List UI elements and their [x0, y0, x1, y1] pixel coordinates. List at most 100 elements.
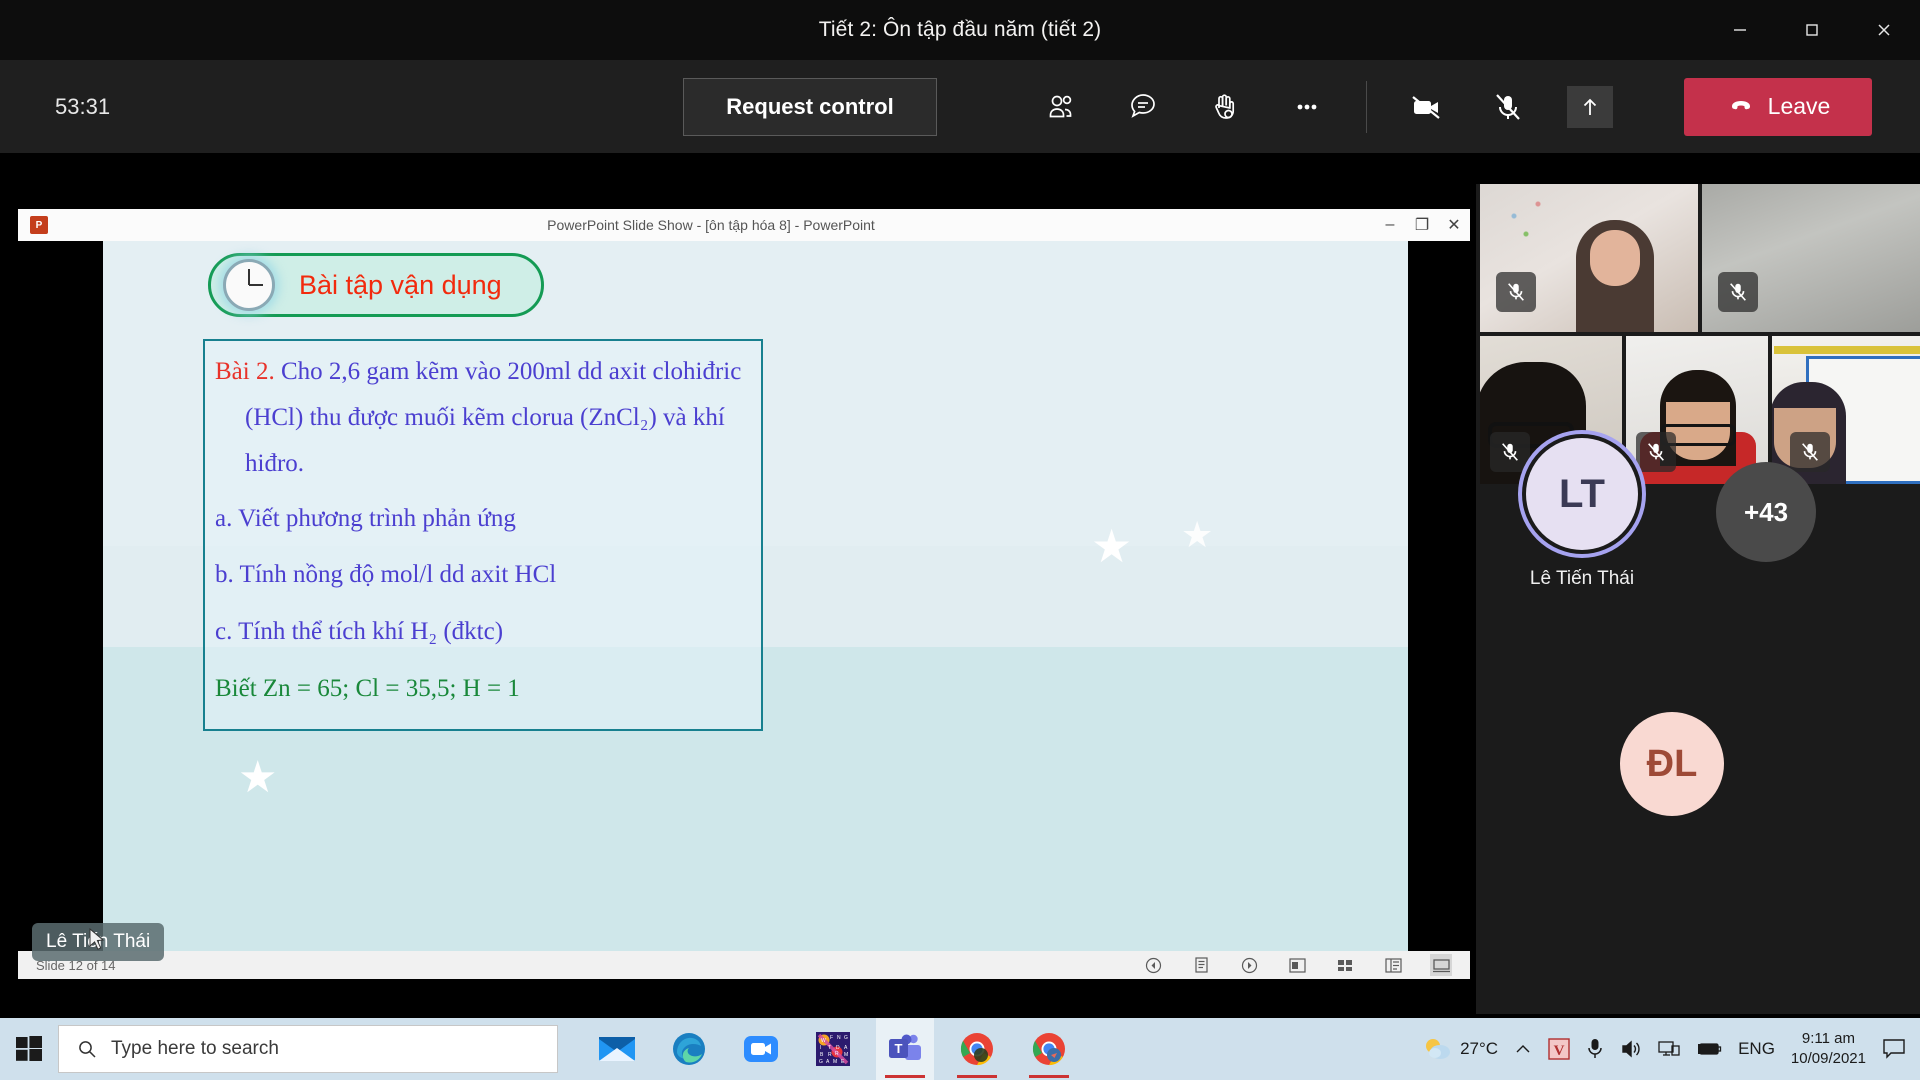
request-control-button[interactable]: Request control	[683, 77, 937, 136]
exercise-badge-label: Bài tập vận dụng	[299, 269, 502, 300]
search-icon	[79, 1041, 96, 1058]
exercise-line-1: Bài 2. Cho 2,6 gam kẽm vào 200ml dd axit…	[215, 359, 745, 384]
meeting-toolbar: 53:31 Request control Leave	[0, 60, 1920, 153]
exercise-line-7: Biết Zn = 65; Cl = 35,5; H = 1	[215, 675, 520, 702]
mouse-cursor-icon	[89, 928, 105, 950]
teams-app-icon[interactable]: T	[876, 1018, 934, 1080]
minimize-button[interactable]	[1704, 0, 1776, 60]
exercise-line-3: hiđro.	[245, 450, 305, 477]
svg-text:M: M	[844, 1052, 848, 1058]
svg-text:I: I	[820, 1045, 821, 1051]
microphone-icon[interactable]	[1586, 1038, 1604, 1060]
windows-taskbar: Type here to search W F N G I T D A B R …	[0, 1018, 1920, 1080]
svg-text:T: T	[828, 1045, 831, 1051]
teams-title-bar: Tiết 2: Ôn tập đầu năm (tiết 2)	[0, 0, 1920, 60]
svg-text:W: W	[821, 1038, 826, 1044]
volume-icon[interactable]	[1620, 1039, 1642, 1059]
leave-button-label: Leave	[1767, 93, 1831, 119]
meeting-title: Tiết 2: Ôn tập đầu năm (tiết 2)	[818, 18, 1102, 41]
wordsearch-app-icon[interactable]: WFNG ITDA BRRM GAME	[804, 1018, 862, 1080]
share-tray-icon[interactable]	[1567, 85, 1613, 128]
video-tile-5[interactable]	[1772, 336, 1920, 484]
svg-text:G: G	[844, 1035, 848, 1041]
zoom-app-icon[interactable]	[732, 1018, 790, 1080]
svg-text:R: R	[835, 1051, 839, 1057]
previous-slide-icon[interactable]	[1142, 954, 1164, 976]
powerpoint-window-controls: – ❐ ✕	[1374, 209, 1470, 241]
close-button[interactable]	[1848, 0, 1920, 60]
notes-icon[interactable]	[1190, 954, 1212, 976]
hang-up-icon	[1731, 100, 1750, 109]
shared-screen-region[interactable]: P PowerPoint Slide Show - [ôn tập hóa 8]…	[10, 196, 1472, 1014]
taskbar-time: 9:11 am	[1801, 1029, 1855, 1047]
more-options-icon[interactable]	[1276, 78, 1338, 136]
clock-widget[interactable]: 9:11 am 10/09/2021	[1791, 1029, 1866, 1070]
camera-off-icon[interactable]	[1395, 78, 1457, 136]
taskbar-apps: WFNG ITDA BRRM GAME T	[588, 1018, 1078, 1080]
chrome-app-2-icon[interactable]	[1020, 1018, 1078, 1080]
video-tile-4[interactable]	[1626, 336, 1768, 484]
svg-text:G: G	[819, 1059, 823, 1065]
exercise-line-6: c. Tính thể tích khí H₂ (đktc)	[215, 618, 504, 645]
powerpoint-title-bar: P PowerPoint Slide Show - [ôn tập hóa 8]…	[18, 209, 1470, 241]
battery-icon[interactable]	[1696, 1041, 1722, 1057]
ppt-minimize-button[interactable]: –	[1374, 209, 1406, 241]
reading-view-icon[interactable]	[1286, 954, 1308, 976]
start-button[interactable]	[0, 1018, 58, 1080]
exercise-content-box: Bài 2. Cho 2,6 gam kẽm vào 200ml dd axit…	[203, 339, 763, 731]
powerpoint-app-icon: P	[30, 216, 48, 234]
chat-icon[interactable]	[1112, 78, 1174, 136]
svg-text:R: R	[828, 1052, 832, 1058]
unikey-icon[interactable]: V	[1548, 1038, 1570, 1060]
exercise-line-2: (HCl) thu được muối kẽm clorua (ZnCl₂) v…	[245, 404, 725, 431]
mic-off-icon	[1718, 272, 1758, 312]
svg-text:V: V	[1554, 1043, 1565, 1059]
star-decoration-3: ★	[238, 753, 278, 802]
chrome-2-active-indicator	[1029, 1075, 1069, 1078]
svg-text:N: N	[837, 1035, 841, 1041]
powerpoint-status-bar: Slide 12 of 14	[18, 951, 1470, 979]
slide-canvas: ★ ★ ★ ★ Bài tập vận dụng Bài 2. Cho 2,6 …	[103, 241, 1408, 966]
weather-widget[interactable]: 27°C	[1423, 1036, 1498, 1062]
network-icon[interactable]	[1658, 1039, 1680, 1059]
slide-sorter-icon[interactable]	[1334, 954, 1356, 976]
notifications-icon[interactable]	[1882, 1038, 1906, 1060]
video-tile-1[interactable]	[1480, 184, 1698, 332]
avatar[interactable]: LT	[1526, 438, 1638, 550]
exercise-badge: Bài tập vận dụng	[208, 253, 544, 317]
exercise-line-5: b. Tính nồng độ mol/l dd axit HCl	[215, 561, 557, 588]
chrome-app-1-icon[interactable]	[948, 1018, 1006, 1080]
mail-app-icon[interactable]	[588, 1018, 646, 1080]
powerpoint-window: P PowerPoint Slide Show - [ôn tập hóa 8]…	[18, 209, 1470, 999]
language-indicator[interactable]: ENG	[1738, 1039, 1775, 1059]
ppt-restore-button[interactable]: ❐	[1406, 209, 1438, 241]
overflow-participants-badge[interactable]: +43	[1716, 462, 1816, 562]
exercise-line-1-text: Cho 2,6 gam kẽm vào 200ml dd axit clohiđ…	[274, 358, 742, 385]
mic-off-icon	[1490, 432, 1530, 472]
star-decoration-2: ★	[1091, 520, 1133, 572]
search-placeholder: Type here to search	[111, 1038, 279, 1059]
clock-icon	[223, 259, 275, 311]
avatar-secondary[interactable]: ĐL	[1620, 712, 1724, 816]
slide-show-icon[interactable]	[1430, 954, 1452, 976]
edge-app-icon[interactable]	[660, 1018, 718, 1080]
video-tile-2[interactable]	[1702, 184, 1920, 332]
normal-view-icon[interactable]	[1382, 954, 1404, 976]
mic-off-icon	[1636, 432, 1676, 472]
active-speaker-name: Lê Tiến Thái	[1529, 568, 1635, 589]
raise-hand-icon[interactable]	[1194, 78, 1256, 136]
powerpoint-title: PowerPoint Slide Show - [ôn tập hóa 8] -…	[547, 217, 875, 233]
mic-off-icon[interactable]	[1477, 78, 1539, 136]
mic-off-icon	[1790, 432, 1830, 472]
toolbar-icon-group	[1020, 60, 1631, 153]
mic-off-icon	[1496, 272, 1536, 312]
show-hidden-icons-icon[interactable]	[1514, 1042, 1532, 1056]
search-input[interactable]: Type here to search	[58, 1025, 558, 1073]
people-icon[interactable]	[1030, 78, 1092, 136]
next-slide-icon[interactable]	[1238, 954, 1260, 976]
svg-text:F: F	[830, 1035, 833, 1041]
system-tray: 27°C V ENG 9:11 am 10/09/2021	[1423, 1029, 1920, 1070]
ppt-close-button[interactable]: ✕	[1438, 209, 1470, 241]
maximize-button[interactable]	[1776, 0, 1848, 60]
leave-button[interactable]: Leave	[1684, 77, 1872, 136]
